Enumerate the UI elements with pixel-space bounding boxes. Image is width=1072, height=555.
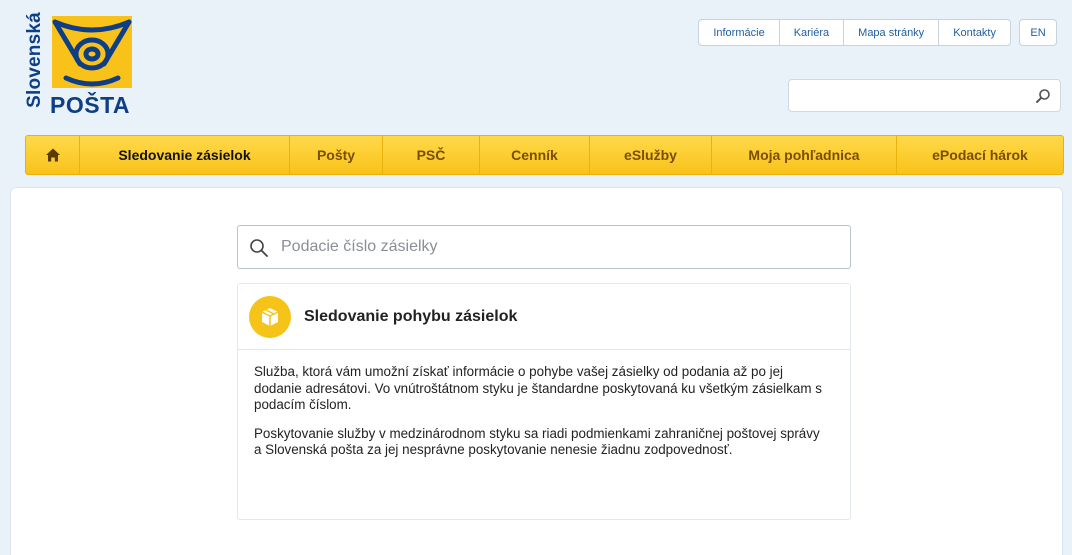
posthorn-icon — [52, 16, 132, 88]
info-paragraph: Služba, ktorá vám umožní získať informác… — [254, 364, 822, 412]
nav-item-sledovanie-zasielok[interactable]: Sledovanie zásielok — [80, 136, 290, 174]
site-logo[interactable]: Slovenská POŠTA — [22, 10, 142, 120]
language-switch[interactable]: EN — [1019, 19, 1057, 46]
top-link-informacie[interactable]: Informácie — [699, 20, 780, 45]
top-links: Informácie Kariéra Mapa stránky Kontakty… — [698, 19, 1057, 46]
tracking-search-box — [237, 225, 851, 269]
top-links-group: Informácie Kariéra Mapa stránky Kontakty — [698, 19, 1011, 46]
info-box-header: Sledovanie pohybu zásielok — [238, 284, 850, 350]
tracking-number-input[interactable] — [281, 226, 841, 268]
search-icon[interactable] — [1035, 88, 1051, 104]
info-box-body: Služba, ktorá vám umožní získať informác… — [238, 350, 850, 459]
nav-item-moja-pohladnica[interactable]: Moja pohľadnica — [712, 136, 897, 174]
info-box-title: Sledovanie pohybu zásielok — [304, 308, 518, 325]
home-icon — [45, 148, 60, 162]
main-nav: Sledovanie zásielok Pošty PSČ Cenník eSl… — [25, 135, 1064, 175]
site-search-input[interactable] — [789, 80, 1024, 111]
nav-item-psc[interactable]: PSČ — [383, 136, 480, 174]
search-icon — [250, 239, 268, 257]
site-search-box — [788, 79, 1061, 112]
top-link-kontakty[interactable]: Kontakty — [939, 20, 1010, 45]
page: Slovenská POŠTA Informácie Kariéra Mapa … — [0, 0, 1072, 555]
nav-home[interactable] — [26, 136, 80, 174]
nav-item-epodaci-harok[interactable]: ePodací hárok — [897, 136, 1063, 174]
nav-item-esluzby[interactable]: eSlužby — [590, 136, 712, 174]
top-link-kariera[interactable]: Kariéra — [780, 20, 845, 45]
logo-brand-text: POŠTA — [50, 92, 131, 118]
top-link-mapa-stranky[interactable]: Mapa stránky — [844, 20, 940, 45]
logo-vertical-text: Slovenská — [24, 12, 45, 108]
nav-item-cennik[interactable]: Cenník — [480, 136, 590, 174]
info-paragraph: Poskytovanie služby v medzinárodnom styk… — [254, 425, 820, 458]
tracking-info-box: Sledovanie pohybu zásielok Služba, ktorá… — [237, 283, 851, 520]
package-icon — [249, 296, 291, 338]
nav-item-posty[interactable]: Pošty — [290, 136, 383, 174]
